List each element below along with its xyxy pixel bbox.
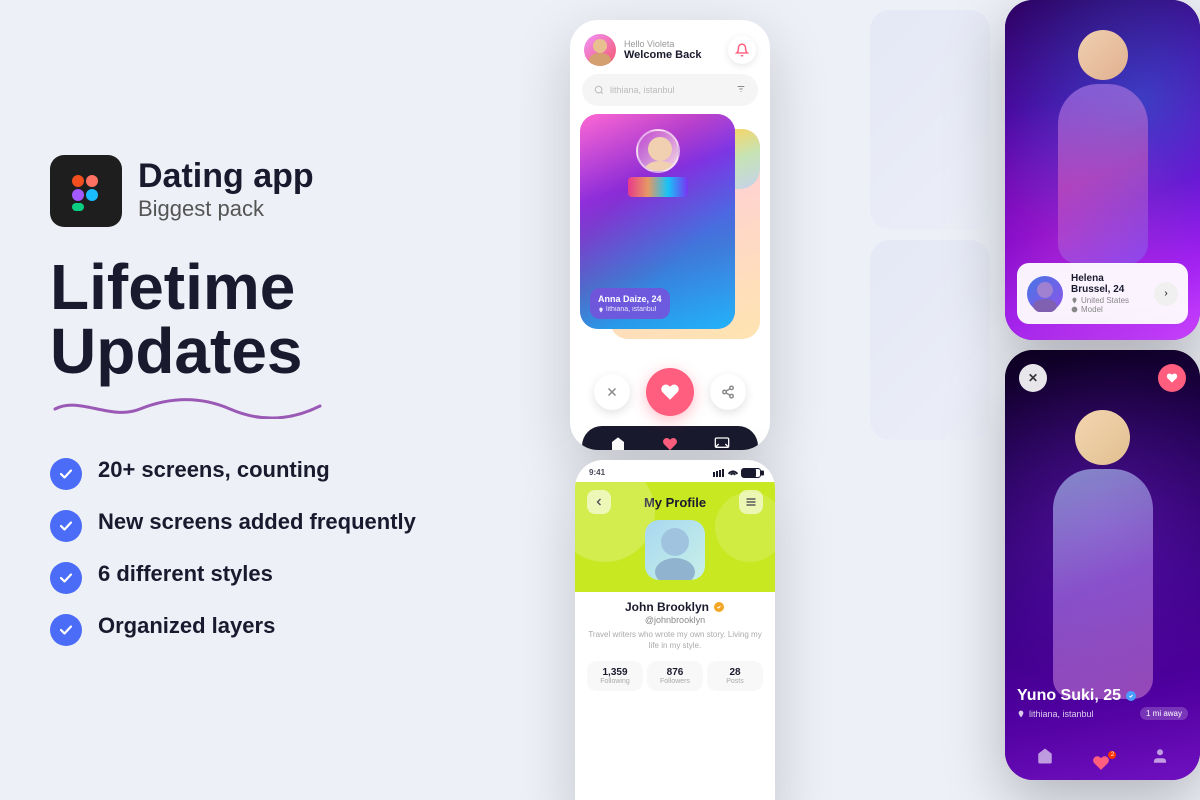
cards-area: Anna Daize, 24 lithiana, istanbul	[580, 114, 760, 354]
card-front: Anna Daize, 24 lithiana, istanbul	[580, 114, 735, 329]
phone-header: Hello Violeta Welcome Back	[570, 20, 770, 74]
following-label: Following	[591, 678, 639, 685]
followers-label: Followers	[651, 678, 699, 685]
squiggle-decoration	[50, 391, 470, 424]
user-avatar	[584, 34, 616, 66]
br-nav-home[interactable]	[1036, 747, 1054, 770]
neon-background-1: Helena Brussel, 24 United States Model ›	[1005, 0, 1200, 340]
phone-profile: 9:41 My Profile	[575, 460, 775, 800]
bottom-right-info: Yuno Suki, 25 lithiana, istanbul 1 mi aw…	[1017, 687, 1188, 720]
features-list: 20+ screens, counting New screens added …	[50, 456, 470, 646]
brand-subtitle: Biggest pack	[138, 195, 314, 224]
feature-text-3: 6 different styles	[98, 560, 273, 589]
greeting-text: Hello Violeta	[624, 39, 701, 49]
close-button[interactable]	[594, 374, 630, 410]
like-button[interactable]	[646, 368, 694, 416]
share-button[interactable]	[710, 374, 746, 410]
bottom-right-nav: 2	[1017, 747, 1188, 770]
check-icon-3	[50, 562, 82, 594]
profile-handle: @johnbrooklyn	[645, 615, 705, 625]
nav-messages[interactable]	[714, 436, 730, 450]
feature-item-4: Organized layers	[50, 612, 470, 646]
profile-mini-avatar	[1027, 276, 1063, 312]
profile-location-text: United States	[1081, 296, 1129, 305]
check-icon-2	[50, 510, 82, 542]
bg-phone-1	[870, 10, 990, 230]
profile-avatar	[645, 520, 705, 580]
profile-full-name: John Brooklyn	[625, 600, 709, 614]
figma-logo	[50, 155, 122, 227]
brand-text-block: Dating app Biggest pack	[138, 158, 314, 224]
phone-main: Hello Violeta Welcome Back lithiana, ist…	[570, 20, 770, 450]
stat-followers: 876 Followers	[647, 661, 703, 691]
neon-background-2: ✕ Yuno Suki, 25 lithiana, istanbul 1 mi …	[1005, 350, 1200, 780]
posts-label: Posts	[711, 678, 759, 685]
right-panel: Hello Violeta Welcome Back lithiana, ist…	[520, 0, 1200, 800]
filter-icon[interactable]	[736, 81, 746, 99]
profile-card-overlay: Helena Brussel, 24 United States Model ›	[1017, 263, 1188, 324]
phone-bottom-right: ✕ Yuno Suki, 25 lithiana, istanbul 1 mi …	[1005, 350, 1200, 780]
card-name: Anna Daize, 24	[598, 294, 662, 304]
profile-stats: 1,359 Following 876 Followers 28 Posts	[587, 661, 763, 691]
feature-text-2: New screens added frequently	[98, 508, 416, 537]
headline: Lifetime Updates	[50, 255, 470, 383]
feature-text-4: Organized layers	[98, 612, 275, 641]
greeting-block: Hello Violeta Welcome Back	[624, 39, 701, 61]
profile-job-text: Model	[1081, 305, 1103, 314]
feature-text-1: 20+ screens, counting	[98, 456, 330, 485]
action-buttons	[570, 362, 770, 422]
profile-name-text: Helena Brussel, 24	[1071, 273, 1146, 295]
br-nav-heart[interactable]: 2	[1092, 754, 1112, 763]
search-bar[interactable]: lithiana, istanbul	[582, 74, 758, 106]
check-icon-1	[50, 458, 82, 490]
card-location: lithiana, istanbul	[598, 306, 662, 313]
phone-top-right: Helena Brussel, 24 United States Model ›	[1005, 0, 1200, 340]
notification-bell[interactable]	[728, 36, 756, 64]
bottom-nav	[582, 426, 758, 450]
card-name-badge: Anna Daize, 24 lithiana, istanbul	[590, 288, 670, 319]
profile-name-row: John Brooklyn	[625, 600, 725, 614]
distance-badge: 1 mi away	[1140, 707, 1188, 720]
brand-title: Dating app	[138, 158, 314, 195]
profile-arrow-btn[interactable]: ›	[1154, 282, 1178, 306]
nav-heart[interactable]	[662, 436, 678, 450]
stat-following: 1,359 Following	[587, 661, 643, 691]
br-person-name: Yuno Suki, 25	[1017, 687, 1121, 705]
welcome-text: Welcome Back	[624, 49, 701, 61]
bg-phone-2	[870, 240, 990, 440]
feature-item-1: 20+ screens, counting	[50, 456, 470, 490]
search-text: lithiana, istanbul	[610, 85, 675, 95]
close-btn-overlay[interactable]: ✕	[1019, 364, 1047, 392]
following-count: 1,359	[591, 667, 639, 678]
feature-item-2: New screens added frequently	[50, 508, 470, 542]
check-icon-4	[50, 614, 82, 646]
br-location: lithiana, istanbul 1 mi away	[1017, 707, 1188, 720]
nav-home[interactable]	[610, 436, 626, 450]
feature-item-3: 6 different styles	[50, 560, 470, 594]
stat-posts: 28 Posts	[707, 661, 763, 691]
followers-count: 876	[651, 667, 699, 678]
left-panel: Dating app Biggest pack Lifetime Updates…	[0, 0, 520, 800]
brand-row: Dating app Biggest pack	[50, 155, 470, 227]
posts-count: 28	[711, 667, 759, 678]
br-nav-profile[interactable]	[1151, 747, 1169, 770]
heart-btn-overlay[interactable]	[1158, 364, 1186, 392]
profile-mini-info: Helena Brussel, 24 United States Model	[1071, 273, 1146, 314]
profile-body: John Brooklyn @johnbrooklyn Travel write…	[575, 592, 775, 691]
profile-bio: Travel writers who wrote my own story. L…	[587, 629, 763, 651]
